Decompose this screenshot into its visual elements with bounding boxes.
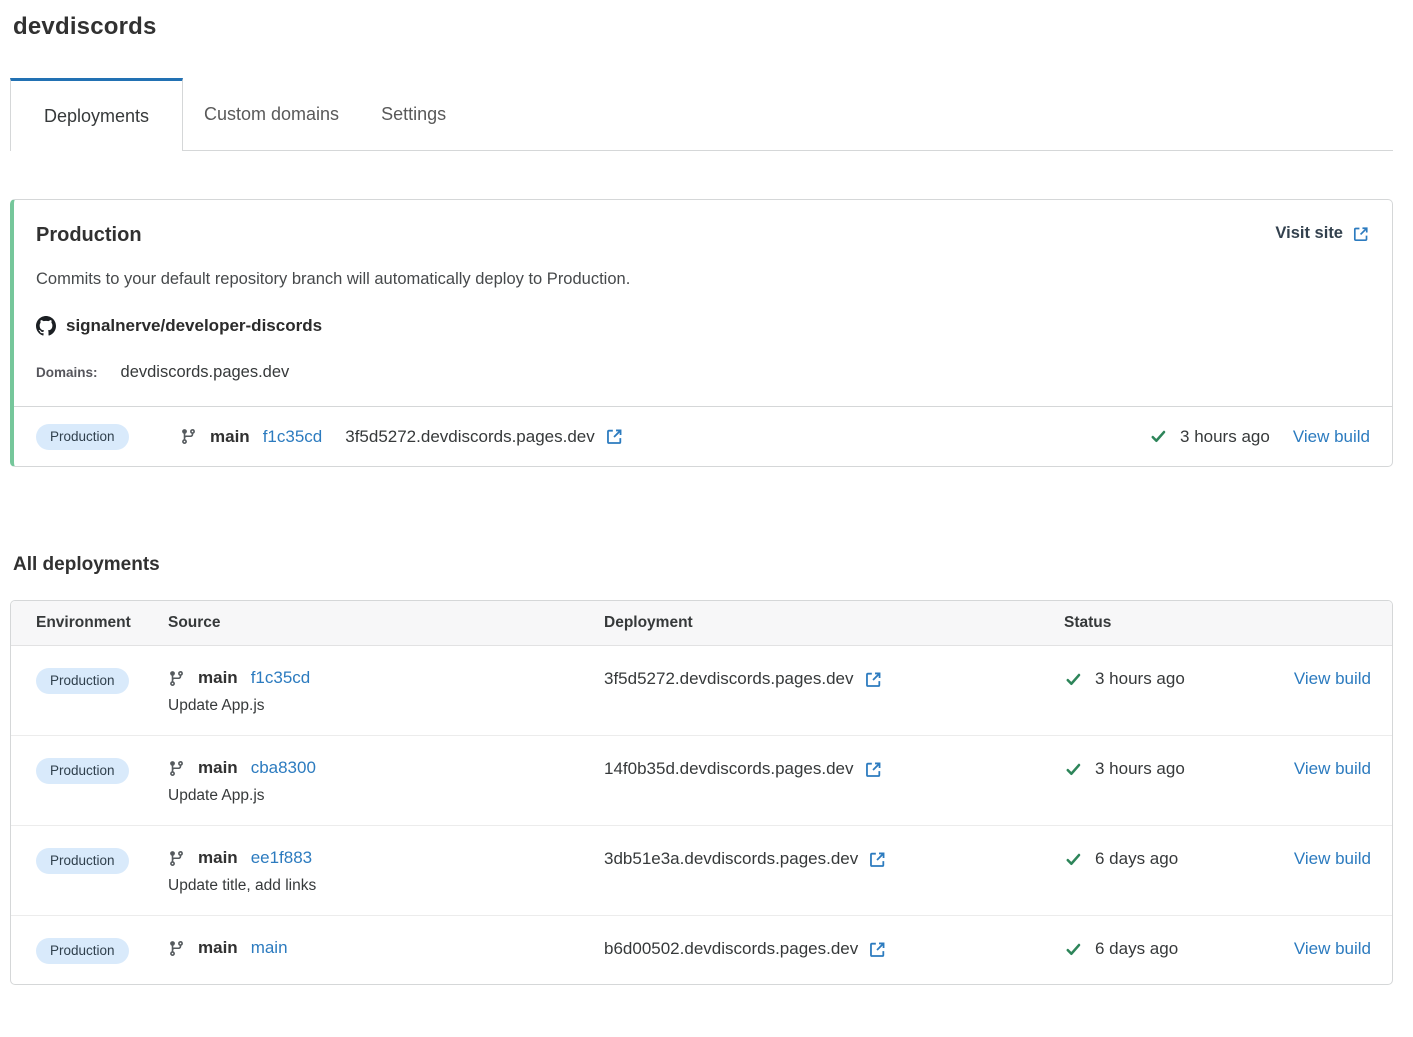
production-deployment-row: Production main f1c35cd 3f5d5272.devdisc… [14, 406, 1392, 466]
environment-badge: Production [36, 848, 129, 874]
production-card-title: Production [36, 224, 142, 247]
commit-message: Update title, add links [168, 877, 604, 895]
column-header-source: Source [168, 614, 604, 632]
environment-badge: Production [36, 938, 129, 964]
branch-name: main [198, 938, 238, 958]
environment-badge: Production [36, 424, 129, 450]
tab-settings[interactable]: Settings [360, 78, 467, 151]
external-link-icon [1352, 225, 1370, 243]
view-build-link[interactable]: View build [1294, 849, 1371, 868]
external-link-icon[interactable] [868, 850, 887, 869]
all-deployments-heading: All deployments [13, 554, 1393, 576]
deployment-row: Production main ee1f883 Update title, ad… [11, 825, 1392, 915]
commit-link[interactable]: ee1f883 [251, 848, 312, 868]
view-build-link[interactable]: View build [1293, 427, 1370, 447]
view-build-link[interactable]: View build [1294, 759, 1371, 778]
commit-message: Update App.js [168, 787, 604, 805]
check-icon [1064, 761, 1083, 778]
deployments-table-body: Production main f1c35cd Update App.js 3f… [11, 646, 1392, 984]
external-link-icon[interactable] [864, 760, 883, 779]
deployments-table: Environment Source Deployment Status Pro… [10, 600, 1393, 985]
column-header-environment: Environment [36, 614, 168, 632]
tab-custom-domains[interactable]: Custom domains [183, 78, 360, 151]
deployment-time: 3 hours ago [1095, 669, 1185, 689]
visit-site-label: Visit site [1275, 224, 1343, 243]
tab-bar: Deployments Custom domains Settings [10, 78, 1393, 151]
git-branch-icon [168, 670, 185, 687]
deployment-url: 3f5d5272.devdiscords.pages.dev [345, 427, 595, 447]
environment-badge: Production [36, 758, 129, 784]
git-branch-icon [168, 850, 185, 867]
tab-bar-filler [467, 78, 1393, 151]
commit-message: Update App.js [168, 697, 604, 715]
deployment-time: 6 days ago [1095, 939, 1178, 959]
commit-link[interactable]: cba8300 [251, 758, 316, 778]
page: devdiscords Deployments Custom domains S… [0, 0, 1413, 985]
commit-link[interactable]: main [251, 938, 288, 958]
check-icon [1064, 671, 1083, 688]
tab-deployments[interactable]: Deployments [10, 78, 183, 151]
branch-name: main [198, 668, 238, 688]
column-header-deployment: Deployment [604, 614, 1064, 632]
deployment-url: 3f5d5272.devdiscords.pages.dev [604, 669, 854, 689]
deployment-time: 3 hours ago [1095, 759, 1185, 779]
deployment-row: Production main cba8300 Update App.js 14… [11, 735, 1392, 825]
table-header-row: Environment Source Deployment Status [11, 601, 1392, 646]
view-build-link[interactable]: View build [1294, 939, 1371, 958]
check-icon [1064, 941, 1083, 958]
deployment-url: b6d00502.devdiscords.pages.dev [604, 939, 858, 959]
external-link-icon[interactable] [605, 427, 624, 446]
deployment-time: 6 days ago [1095, 849, 1178, 869]
deployment-url: 14f0b35d.devdiscords.pages.dev [604, 759, 854, 779]
branch-name: main [198, 848, 238, 868]
commit-link[interactable]: f1c35cd [263, 427, 323, 447]
git-branch-icon [168, 940, 185, 957]
production-description: Commits to your default repository branc… [36, 270, 1370, 289]
external-link-icon[interactable] [868, 940, 887, 959]
check-icon [1149, 428, 1168, 445]
page-title: devdiscords [13, 13, 1393, 41]
external-link-icon[interactable] [864, 670, 883, 689]
repo-name: signalnerve/developer-discords [66, 316, 322, 336]
visit-site-link[interactable]: Visit site [1275, 224, 1370, 243]
deployment-row: Production main f1c35cd Update App.js 3f… [11, 646, 1392, 735]
branch-name: main [198, 758, 238, 778]
view-build-link[interactable]: View build [1294, 669, 1371, 688]
environment-badge: Production [36, 668, 129, 694]
git-branch-icon [168, 760, 185, 777]
deployment-time: 3 hours ago [1180, 427, 1270, 447]
domains-value: devdiscords.pages.dev [121, 363, 290, 382]
column-header-status: Status [1064, 614, 1371, 632]
github-icon [36, 316, 56, 336]
production-card: Production Visit site Commits to your de… [10, 199, 1393, 467]
branch-name: main [210, 427, 250, 447]
deployment-row: Production main main b6d00502.devdiscord… [11, 915, 1392, 984]
domains-label: Domains: [36, 365, 98, 380]
deployment-url: 3db51e3a.devdiscords.pages.dev [604, 849, 858, 869]
check-icon [1064, 851, 1083, 868]
commit-link[interactable]: f1c35cd [251, 668, 311, 688]
git-branch-icon [180, 428, 197, 445]
